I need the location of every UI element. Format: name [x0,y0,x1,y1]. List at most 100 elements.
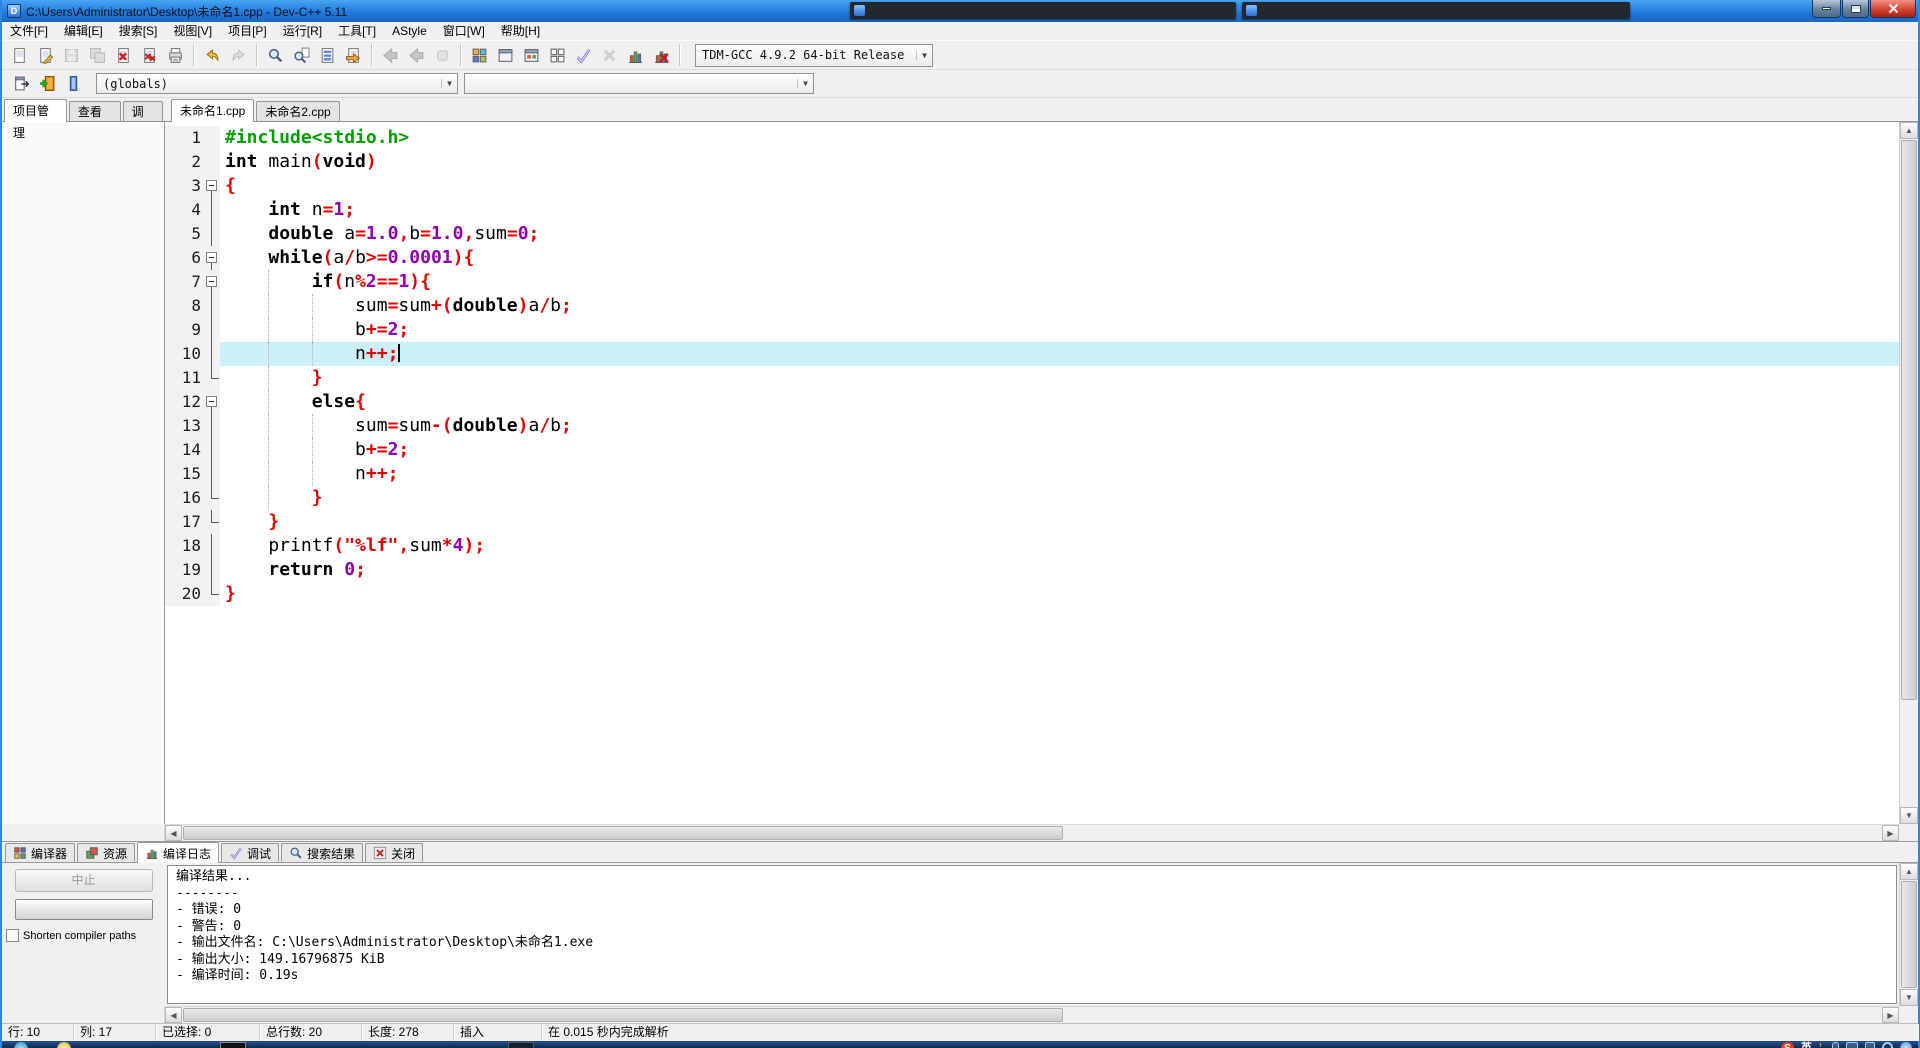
toolbox-grid-icon[interactable] [1865,1042,1875,1048]
code-line[interactable]: 9 b+=2; [165,318,1899,342]
replace-button[interactable] [288,42,314,68]
scroll-up-arrow[interactable]: ▲ [1900,863,1918,880]
fold-collapse-icon[interactable] [206,180,217,191]
tab-项目管理[interactable]: 项目管理 [4,99,67,140]
code-line[interactable]: 4 int n=1; [165,198,1899,222]
code-line[interactable]: 6 while(a/b>=0.0001){ [165,246,1899,270]
menu-item[interactable]: 窗口[W] [435,22,493,40]
editor-vertical-scrollbar[interactable]: ▲ ▼ [1899,122,1918,824]
remove-from-project-button[interactable] [60,71,86,97]
code-line-text[interactable]: double a=1.0,b=1.0,sum=0; [220,222,1899,246]
compiler-combobox[interactable]: TDM-GCC 4.9.2 64-bit Release ▼ [695,43,933,67]
taskbar-app-icon[interactable] [57,1042,71,1048]
code-line-text[interactable]: while(a/b>=0.0001){ [220,246,1899,270]
code-line-text[interactable]: else{ [220,390,1899,414]
code-line-text[interactable]: } [220,582,1899,606]
shorten-paths-checkbox[interactable] [6,929,19,942]
code-line[interactable]: 11 } [165,366,1899,390]
code-line-text[interactable]: } [220,486,1899,510]
code-line[interactable]: 7 if(n%2==1){ [165,270,1899,294]
code-line-text[interactable]: int main(void) [220,150,1899,174]
ime-language-indicator[interactable]: 英 [1801,1042,1812,1048]
scroll-left-arrow[interactable]: ◀ [165,1007,182,1023]
scrollbar-thumb[interactable] [1901,140,1917,700]
menu-item[interactable]: 搜索[S] [111,22,166,40]
menu-item[interactable]: 文件[F] [2,22,56,40]
open-file-button[interactable] [32,42,58,68]
editor-tab-未命名2.cpp[interactable]: 未命名2.cpp [256,101,340,121]
code-line[interactable]: 19 return 0; [165,558,1899,582]
goto-editor-button[interactable] [8,71,34,97]
code-line[interactable]: 3{ [165,174,1899,198]
taskbar-app-icon[interactable] [14,1042,28,1048]
menu-item[interactable]: 视图[V] [165,22,220,40]
scrollbar-thumb[interactable] [1901,881,1917,988]
undo-button[interactable] [199,42,225,68]
code-line[interactable]: 14 b+=2; [165,438,1899,462]
scroll-down-arrow[interactable]: ▼ [1900,807,1918,824]
compile-button[interactable] [466,42,492,68]
code-line[interactable]: 8 sum=sum+(double)a/b; [165,294,1899,318]
keyboard-icon[interactable] [1846,1042,1858,1048]
code-line[interactable]: 20} [165,582,1899,606]
compile-run-button[interactable] [518,42,544,68]
code-line[interactable]: 5 double a=1.0,b=1.0,sum=0; [165,222,1899,246]
scrollbar-thumb[interactable] [183,826,1063,840]
scrollbar-track[interactable]: ◀ ▶ [165,1006,1899,1023]
bottom-tab-资源[interactable]: 资源 [77,843,136,862]
code-line[interactable]: 10 n++; [165,342,1899,366]
scroll-down-arrow[interactable]: ▼ [1900,989,1918,1006]
bottom-tab-编译日志[interactable]: 编译日志 [137,842,220,863]
globals-combobox[interactable]: (globals) ▼ [96,73,458,94]
code-line[interactable]: 15 n++; [165,462,1899,486]
maximize-button[interactable] [1842,0,1869,18]
new-source-button[interactable] [6,42,32,68]
code-line-text[interactable]: n++; [220,342,1899,366]
code-line-text[interactable]: } [220,510,1899,534]
gear-icon[interactable] [1882,1042,1893,1048]
bottom-tab-编译器[interactable]: 编译器 [5,843,76,862]
code-line-text[interactable]: sum=sum-(double)a/b; [220,414,1899,438]
code-line-text[interactable]: sum=sum+(double)a/b; [220,294,1899,318]
code-line[interactable]: 12 else{ [165,390,1899,414]
close-file-button[interactable] [110,42,136,68]
add-to-project-button[interactable] [34,71,60,97]
taskbar-app-icon[interactable] [508,1042,534,1048]
abort-button[interactable]: 中止 [14,869,153,892]
syntax-check-button[interactable] [570,42,596,68]
minimize-button[interactable] [1812,0,1841,18]
sogou-input-icon[interactable]: S [1780,1042,1794,1048]
scrollbar-thumb[interactable] [183,1008,1063,1022]
scrollbar-track[interactable]: ◀ ▶ [165,824,1899,841]
bottom-tab-搜索结果[interactable]: 搜索结果 [281,843,364,862]
profile-delete-button[interactable] [648,42,674,68]
scroll-left-arrow[interactable]: ◀ [165,825,182,841]
rebuild-button[interactable] [544,42,570,68]
code-editor[interactable]: 1 #include<stdio.h> 2 int main(void) 3{4 int… [165,122,1899,824]
tab-查看类[interactable]: 查看类 [68,101,121,139]
editor-tab-未命名1.cpp[interactable]: 未命名1.cpp [171,99,255,122]
project-manager-panel[interactable] [2,122,165,824]
code-line-text[interactable]: { [220,174,1899,198]
code-line-text[interactable]: n++; [220,462,1899,486]
ime-punctuation-indicator[interactable]: ’, [1819,1042,1825,1048]
code-line-text[interactable]: b+=2; [220,438,1899,462]
fold-collapse-icon[interactable] [206,396,217,407]
scroll-right-arrow[interactable]: ▶ [1882,825,1899,841]
code-line[interactable]: 2 int main(void) [165,150,1899,174]
fold-collapse-icon[interactable] [206,252,217,263]
code-line-text[interactable]: if(n%2==1){ [220,270,1899,294]
tray-settings-icon[interactable] [1900,1042,1912,1048]
menu-item[interactable]: AStyle [384,22,435,40]
close-button[interactable] [1870,0,1916,18]
code-line[interactable]: 17 } [165,510,1899,534]
scroll-right-arrow[interactable]: ▶ [1882,1007,1899,1023]
code-line-text[interactable]: int n=1; [220,198,1899,222]
bottom-tab-调试[interactable]: 调试 [221,843,280,862]
code-line-text[interactable]: #include<stdio.h> [220,126,1899,150]
goto-line-button[interactable] [314,42,340,68]
code-line-text[interactable]: } [220,366,1899,390]
log-vertical-scrollbar[interactable]: ▲ ▼ [1899,863,1918,1006]
code-line[interactable]: 16 } [165,486,1899,510]
taskbar-app-icon[interactable] [220,1042,246,1048]
